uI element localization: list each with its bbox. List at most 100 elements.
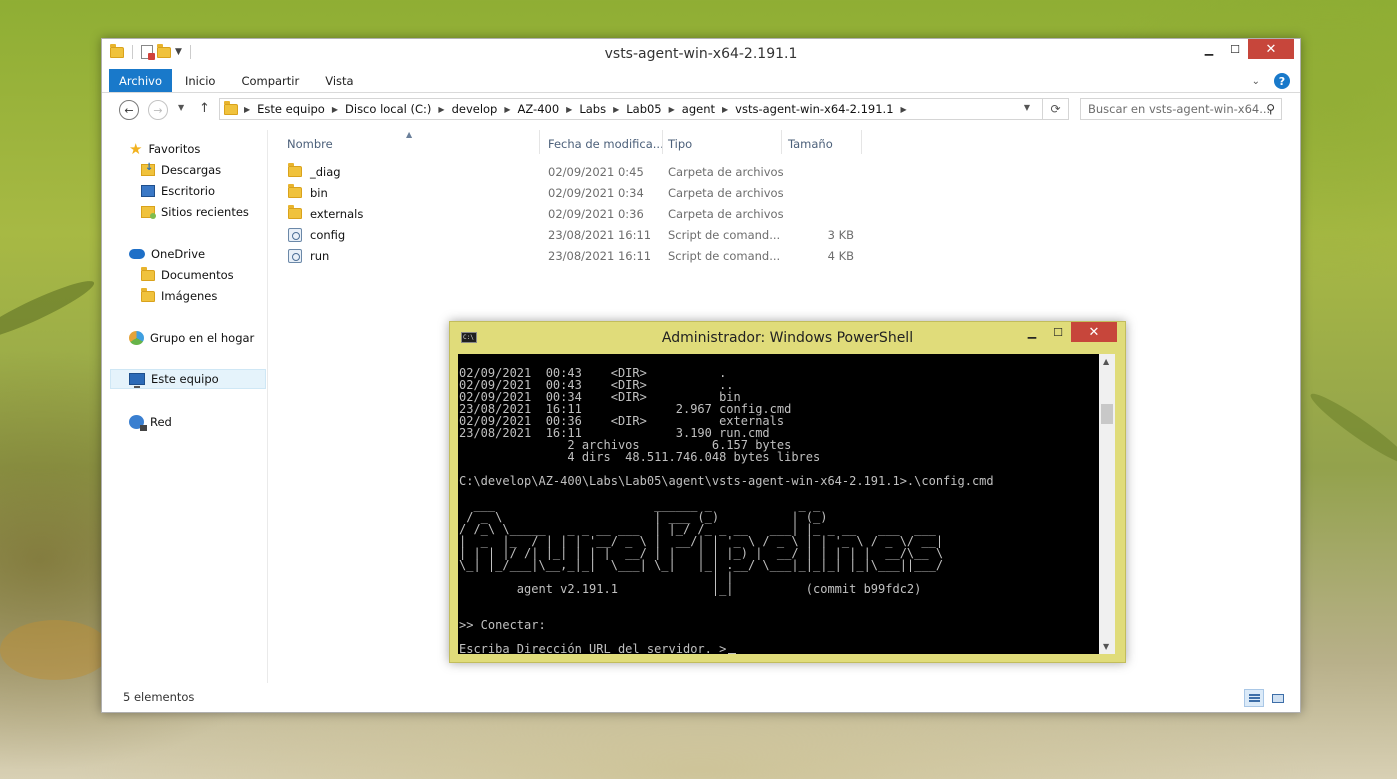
file-row[interactable]: _diag 02/09/2021 0:45 Carpeta de archivo…: [284, 161, 864, 182]
file-size: 4 KB: [827, 248, 854, 263]
tab-archivo[interactable]: Archivo: [109, 69, 172, 92]
explorer-titlebar[interactable]: ▼ vsts-agent-win-x64-2.191.1 ▁ ☐ ✕: [102, 39, 1300, 69]
breadcrumb-separator-icon[interactable]: ▶: [242, 105, 252, 114]
console-scrollbar[interactable]: ▲ ▼: [1099, 354, 1115, 654]
file-name: externals: [310, 206, 364, 221]
file-row[interactable]: externals 02/09/2021 0:36 Carpeta de arc…: [284, 203, 864, 224]
breadcrumb-az-400[interactable]: AZ-400: [513, 102, 565, 116]
recent-locations-chevron-icon[interactable]: ▼: [178, 103, 184, 112]
breadcrumb-current-folder[interactable]: vsts-agent-win-x64-2.191.1: [730, 102, 898, 116]
nav-label: Favoritos: [148, 142, 201, 156]
breadcrumb-separator-icon[interactable]: ▶: [667, 105, 677, 114]
file-date: 02/09/2021 0:45: [548, 164, 644, 179]
file-name-cell: externals: [288, 205, 364, 221]
column-header-date[interactable]: Fecha de modifica...: [548, 135, 664, 153]
address-history-chevron-icon[interactable]: ▼: [1024, 103, 1030, 112]
minimize-button[interactable]: ▁: [1196, 39, 1222, 59]
minimize-button[interactable]: ▁: [1019, 322, 1045, 342]
file-size: 3 KB: [827, 227, 854, 242]
console-output[interactable]: 02/09/2021 00:43 <DIR> . 02/09/2021 00:43…: [458, 354, 1101, 654]
breadcrumb-lab05[interactable]: Lab05: [621, 102, 666, 116]
folder-icon: [288, 163, 302, 177]
close-button[interactable]: ✕: [1071, 322, 1117, 342]
nav-label: Imágenes: [161, 289, 218, 303]
nav-red[interactable]: Red: [129, 412, 172, 432]
background-grass: [0, 620, 110, 680]
file-name: config: [310, 227, 346, 242]
tab-inicio[interactable]: Inicio: [172, 69, 228, 92]
refresh-icon[interactable]: ⟳: [1042, 99, 1068, 119]
maximize-button[interactable]: ☐: [1045, 322, 1071, 342]
breadcrumb-separator-icon[interactable]: ▶: [502, 105, 512, 114]
search-icon[interactable]: ⚲: [1266, 102, 1275, 116]
nav-favoritos[interactable]: ★ Favoritos: [129, 139, 200, 159]
nav-grupo-hogar[interactable]: Grupo en el hogar: [129, 328, 254, 348]
scroll-thumb[interactable]: [1101, 404, 1113, 424]
nav-documentos[interactable]: Documentos: [141, 265, 234, 285]
column-header-size[interactable]: Tamaño: [788, 135, 833, 153]
column-divider[interactable]: [539, 130, 540, 154]
window-controls: ▁ ☐ ✕: [1196, 39, 1294, 59]
address-bar[interactable]: ▶ Este equipo ▶ Disco local (C:) ▶ devel…: [219, 98, 1069, 120]
close-button[interactable]: ✕: [1248, 39, 1294, 59]
scroll-down-icon[interactable]: ▼: [1103, 642, 1109, 651]
navigation-bar: ← → ▼ ↑ ▶ Este equipo ▶ Disco local (C:)…: [102, 93, 1300, 127]
homegroup-icon: [129, 331, 144, 345]
breadcrumb-disco-local[interactable]: Disco local (C:): [340, 102, 436, 116]
nav-sitios-recientes[interactable]: Sitios recientes: [141, 202, 249, 222]
breadcrumb-labs[interactable]: Labs: [574, 102, 611, 116]
nav-label: Descargas: [161, 163, 222, 177]
file-type: Script de comand...: [668, 248, 781, 263]
nav-label: Sitios recientes: [161, 205, 249, 219]
column-divider[interactable]: [781, 130, 782, 154]
breadcrumb-separator-icon[interactable]: ▶: [436, 105, 446, 114]
scroll-up-icon[interactable]: ▲: [1103, 357, 1109, 366]
breadcrumb-separator-icon[interactable]: ▶: [330, 105, 340, 114]
nav-descargas[interactable]: Descargas: [141, 160, 221, 180]
navigation-pane: ★ Favoritos Descargas Escritorio Sitios …: [102, 130, 268, 683]
large-icons-view-button[interactable]: [1268, 689, 1288, 707]
nav-label: Grupo en el hogar: [150, 331, 255, 345]
console-line: C:\develop\AZ-400\Labs\Lab05\agent\vsts-…: [459, 474, 994, 488]
tab-compartir[interactable]: Compartir: [228, 69, 312, 92]
nav-imagenes[interactable]: Imágenes: [141, 286, 217, 306]
console-line: agent v2.191.1 |_| (commit b99fdc2): [459, 582, 922, 596]
column-header-name[interactable]: Nombre: [287, 135, 333, 153]
script-icon: [288, 248, 302, 263]
nav-escritorio[interactable]: Escritorio: [141, 181, 215, 201]
nav-este-equipo[interactable]: Este equipo: [110, 369, 266, 389]
breadcrumb-este-equipo[interactable]: Este equipo: [252, 102, 330, 116]
forward-button[interactable]: →: [148, 100, 168, 120]
file-row[interactable]: run 23/08/2021 16:11 Script de comand...…: [284, 245, 864, 266]
column-divider[interactable]: [861, 130, 862, 154]
search-placeholder: Buscar en vsts-agent-win-x64...: [1088, 102, 1271, 116]
file-row[interactable]: config 23/08/2021 16:11 Script de comand…: [284, 224, 864, 245]
column-header-type[interactable]: Tipo: [668, 135, 692, 153]
breadcrumb-agent[interactable]: agent: [677, 102, 720, 116]
nav-onedrive[interactable]: OneDrive: [129, 244, 205, 264]
search-input[interactable]: Buscar en vsts-agent-win-x64... ⚲: [1080, 98, 1282, 120]
column-divider[interactable]: [662, 130, 663, 154]
tab-vista[interactable]: Vista: [312, 69, 366, 92]
maximize-button[interactable]: ☐: [1222, 39, 1248, 59]
file-row[interactable]: bin 02/09/2021 0:34 Carpeta de archivos: [284, 182, 864, 203]
ribbon-right-controls: ⌄ ?: [1252, 73, 1290, 89]
details-view-button[interactable]: [1244, 689, 1264, 707]
breadcrumb-separator-icon[interactable]: ▶: [564, 105, 574, 114]
powershell-titlebar[interactable]: C:\ Administrador: Windows PowerShell ▁ …: [450, 322, 1125, 353]
back-button[interactable]: ←: [119, 100, 139, 120]
up-arrow-icon[interactable]: ↑: [199, 101, 210, 116]
breadcrumb-separator-icon[interactable]: ▶: [611, 105, 621, 114]
help-icon[interactable]: ?: [1274, 73, 1290, 89]
desktop-icon: [141, 185, 155, 197]
expand-ribbon-chevron-icon[interactable]: ⌄: [1252, 76, 1260, 87]
breadcrumb-develop[interactable]: develop: [447, 102, 503, 116]
computer-icon: [129, 373, 145, 388]
folder-icon: [224, 100, 238, 115]
powershell-window: C:\ Administrador: Windows PowerShell ▁ …: [449, 321, 1126, 663]
breadcrumb-separator-icon[interactable]: ▶: [899, 105, 909, 114]
powershell-window-controls: ▁ ☐ ✕: [1019, 322, 1117, 342]
breadcrumb-separator-icon[interactable]: ▶: [720, 105, 730, 114]
file-date: 23/08/2021 16:11: [548, 227, 652, 242]
